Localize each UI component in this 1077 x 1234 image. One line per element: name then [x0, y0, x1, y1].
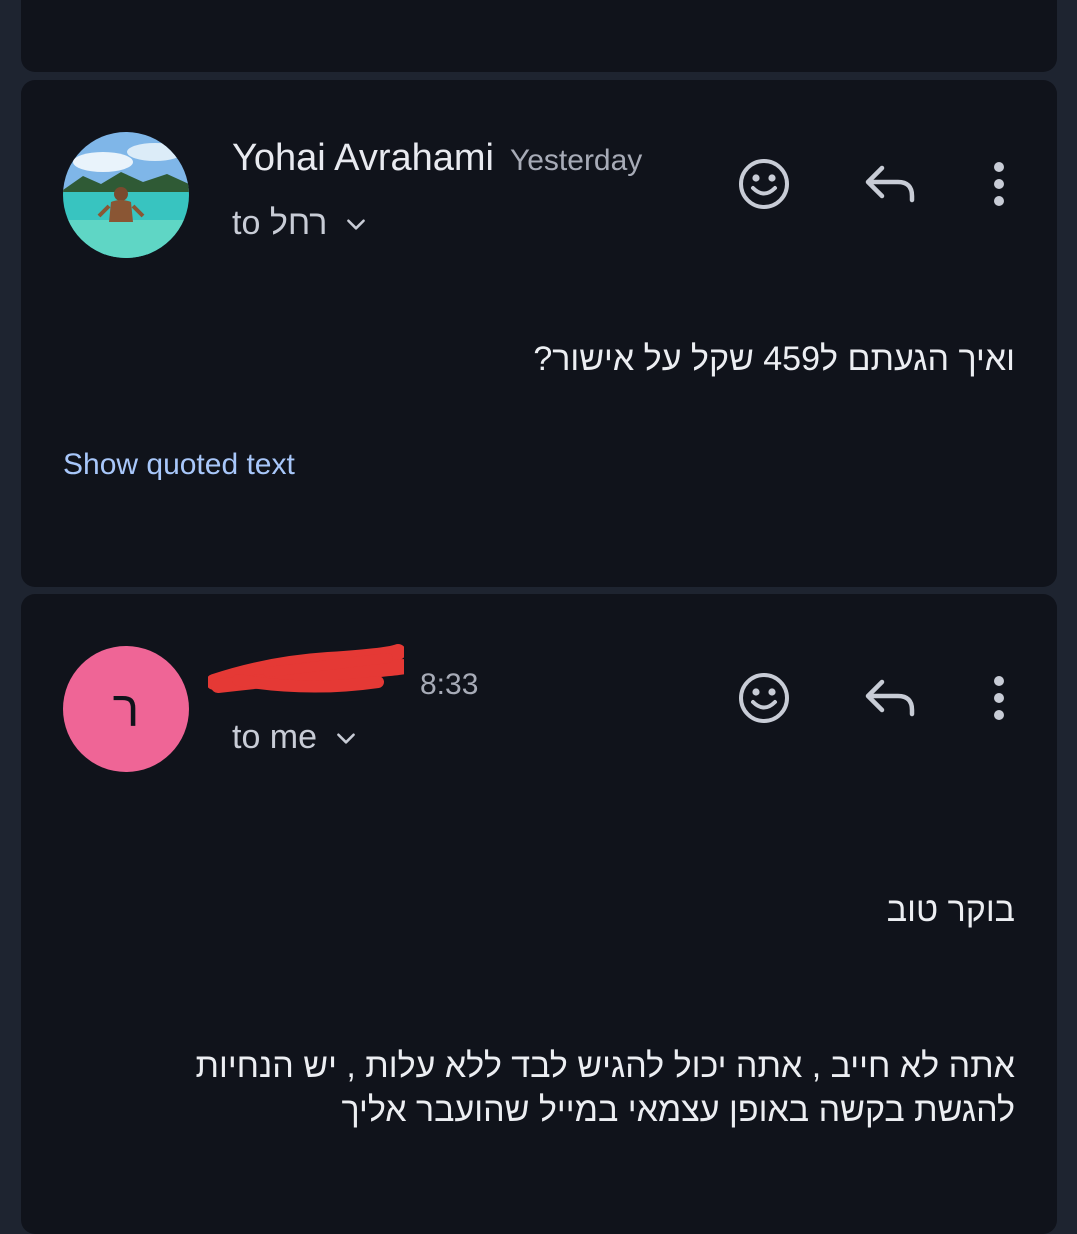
add-reaction-button[interactable] — [732, 152, 796, 216]
message-body: ואיך הגעתם ל459 שקל על אישור? — [533, 337, 1015, 381]
message-body-greeting: בוקר טוב — [887, 888, 1015, 932]
sender-name[interactable]: Yohai Avrahami — [232, 137, 494, 180]
reply-icon — [865, 165, 915, 203]
message-time: 8:33 — [420, 668, 479, 701]
reply-button[interactable] — [858, 666, 922, 730]
more-vert-icon — [994, 676, 1004, 720]
profile-photo — [63, 132, 189, 258]
message-card: ר 8:33 to me בוקר טוב אתה לא חייב , אתה … — [21, 594, 1057, 1234]
chevron-down-icon — [347, 218, 366, 230]
recipient-details-toggle[interactable]: to רחל — [232, 204, 369, 243]
chevron-down-icon — [337, 732, 355, 744]
message-time: Yesterday — [509, 144, 643, 177]
message-body: אתה לא חייב , אתה יכול להגיש לבד ללא עלו… — [196, 1044, 1016, 1132]
message-card: Yohai Avrahami Yesterday to רחל ואיך הגע… — [21, 80, 1057, 587]
recipient-label: to me — [232, 718, 318, 756]
avatar-letter: ר — [112, 681, 140, 737]
message-body-line: בוקר טוב — [886, 891, 1015, 929]
redaction-scribble — [208, 644, 404, 693]
emoji-smile-icon — [739, 159, 789, 209]
message-body-line: אתה לא חייב , אתה יכול להגיש לבד ללא עלו… — [195, 1047, 1016, 1085]
message-body-line: ואיך הגעתם ל459 שקל על אישור? — [533, 340, 1015, 378]
more-options-button[interactable] — [967, 666, 1031, 730]
emoji-smile-icon — [739, 673, 789, 723]
show-quoted-text-link[interactable]: Show quoted text — [63, 448, 295, 482]
reply-icon — [865, 679, 915, 717]
reply-button[interactable] — [858, 152, 922, 216]
previous-message-card — [21, 0, 1057, 72]
more-options-button[interactable] — [967, 152, 1031, 216]
recipient-label: to רחל — [232, 204, 328, 242]
recipient-details-toggle[interactable]: to me — [232, 718, 359, 757]
add-reaction-button[interactable] — [732, 666, 796, 730]
sender-avatar[interactable]: ר — [63, 646, 189, 772]
sender-line: Yohai Avrahami Yesterday — [232, 137, 642, 180]
more-vert-icon — [994, 162, 1004, 206]
sender-avatar[interactable] — [63, 132, 189, 258]
message-body-line: להגשת בקשה באופן עצמאי במייל שהועבר אליך — [341, 1091, 1015, 1129]
